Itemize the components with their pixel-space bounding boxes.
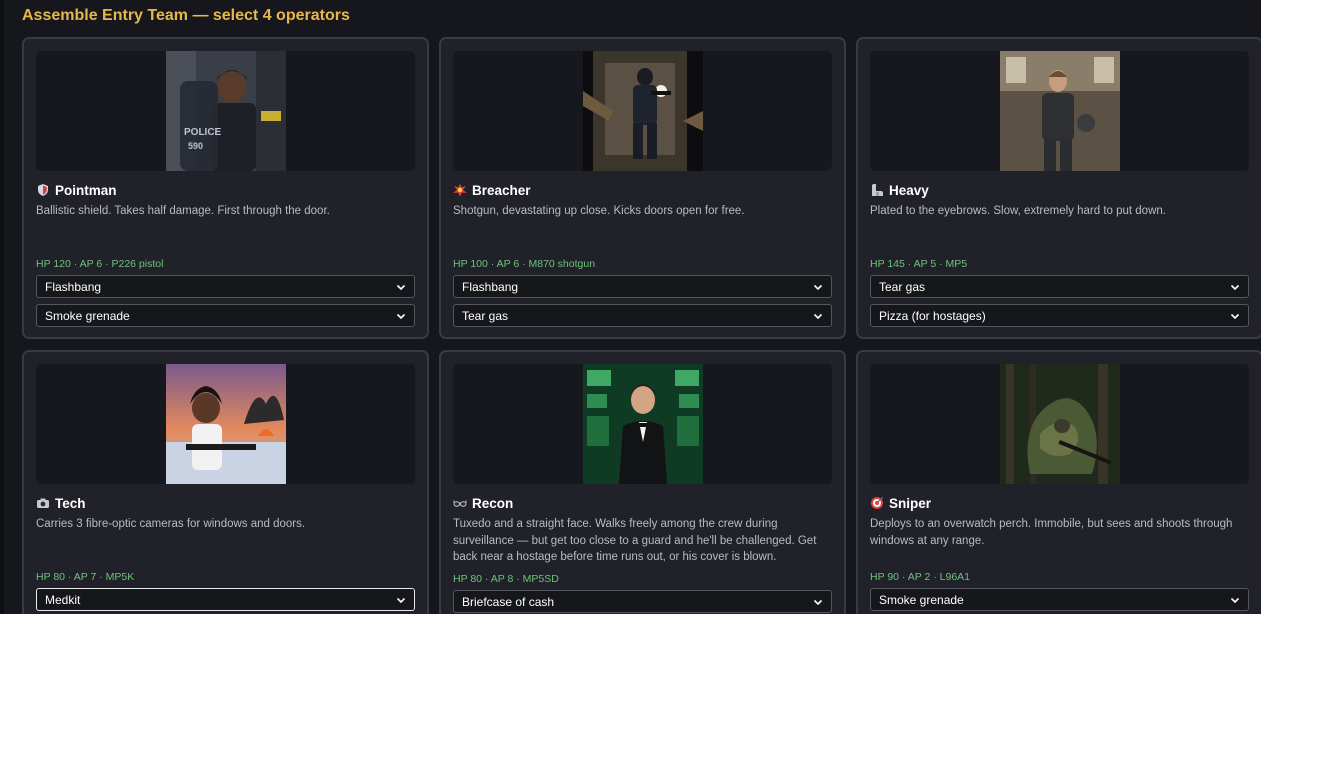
- gear-select-value: Smoke grenade: [879, 592, 964, 607]
- gear-select-value: Tear gas: [462, 308, 509, 323]
- sniper-portrait-image: [999, 364, 1120, 484]
- operator-card-sniper[interactable]: Sniper Deploys to an overwatch perch. Im…: [856, 350, 1261, 614]
- chevron-down-icon: [396, 313, 406, 319]
- gear-select-1[interactable]: Briefcase of cash: [453, 590, 832, 613]
- chevron-down-icon: [813, 599, 823, 605]
- svg-text:POLICE: POLICE: [184, 127, 222, 138]
- operator-description: Carries 3 fibre-optic cameras for window…: [36, 518, 306, 530]
- gear-select-2[interactable]: Pizza (for hostages): [870, 304, 1249, 327]
- operator-grid: POLICE 590 Pointman Ballistic shield. Ta…: [22, 37, 1261, 614]
- operator-portrait-sniper: [870, 364, 1249, 484]
- sunglasses-icon: [453, 496, 467, 510]
- explosion-icon: [453, 183, 467, 197]
- gear-select-1[interactable]: Flashbang: [36, 275, 415, 298]
- operator-name: Breacher: [472, 182, 531, 198]
- gear-select-value: Medkit: [45, 592, 81, 607]
- gear-select-value: Smoke grenade: [45, 308, 130, 323]
- operator-stats: HP 80 · AP 7 · MP5K: [36, 571, 135, 583]
- shield-icon: [36, 183, 50, 197]
- chevron-down-icon: [1230, 284, 1240, 290]
- gear-select-value: Flashbang: [462, 279, 519, 294]
- operator-name: Tech: [55, 495, 86, 511]
- operator-stats: HP 145 · AP 5 · MP5: [870, 258, 968, 270]
- operator-portrait-tech: [36, 364, 415, 484]
- operator-card-tech[interactable]: Tech Carries 3 fibre-optic cameras for w…: [22, 350, 429, 614]
- gear-select-value: Pizza (for hostages): [879, 308, 986, 323]
- heavy-portrait-image: [999, 51, 1120, 171]
- operator-description: Deploys to an overwatch perch. Immobile,…: [870, 518, 1233, 547]
- gear-select-1[interactable]: Smoke grenade: [870, 588, 1249, 611]
- operator-stats: HP 100 · AP 6 · M870 shotgun: [453, 258, 596, 270]
- operator-card-breacher[interactable]: Breacher Shotgun, devastating up close. …: [439, 37, 846, 339]
- chevron-down-icon: [813, 313, 823, 319]
- operator-stats: HP 90 · AP 2 · L96A1: [870, 571, 971, 583]
- operator-portrait-breacher: [453, 51, 832, 171]
- tech-portrait-image: [165, 364, 286, 484]
- operator-portrait-pointman: POLICE 590: [36, 51, 415, 171]
- operator-description: Shotgun, devastating up close. Kicks doo…: [453, 205, 745, 217]
- camera-icon: [36, 496, 50, 510]
- operator-name: Heavy: [889, 182, 929, 198]
- operator-description: Ballistic shield. Takes half damage. Fir…: [36, 205, 330, 217]
- operator-card-recon[interactable]: Recon Tuxedo and a straight face. Walks …: [439, 350, 846, 614]
- operator-name: Recon: [472, 495, 514, 511]
- operator-description: Plated to the eyebrows. Slow, extremely …: [870, 205, 1166, 217]
- gear-select-1[interactable]: Medkit: [36, 588, 415, 611]
- operator-description: Tuxedo and a straight face. Walks freely…: [453, 518, 817, 564]
- gear-select-value: Tear gas: [879, 279, 926, 294]
- flexed-arm-icon: [870, 183, 884, 197]
- operator-stats: HP 120 · AP 6 · P226 pistol: [36, 258, 164, 270]
- pointman-portrait-image: POLICE 590: [165, 51, 286, 171]
- left-edge-bar: [0, 0, 4, 614]
- gear-select-value: Flashbang: [45, 279, 102, 294]
- operator-name: Pointman: [55, 182, 117, 198]
- chevron-down-icon: [813, 284, 823, 290]
- operator-portrait-heavy: [870, 51, 1249, 171]
- recon-portrait-image: [582, 364, 703, 484]
- breacher-portrait-image: [582, 51, 703, 171]
- chevron-down-icon: [396, 597, 406, 603]
- operator-card-heavy[interactable]: Heavy Plated to the eyebrows. Slow, extr…: [856, 37, 1261, 339]
- chevron-down-icon: [1230, 313, 1240, 319]
- gear-select-value: Briefcase of cash: [462, 594, 555, 609]
- operator-stats: HP 80 · AP 8 · MP5SD: [453, 573, 559, 585]
- operator-portrait-recon: [453, 364, 832, 484]
- chevron-down-icon: [396, 284, 406, 290]
- gear-select-2[interactable]: Tear gas: [453, 304, 832, 327]
- gear-select-1[interactable]: Flashbang: [453, 275, 832, 298]
- operator-card-pointman[interactable]: POLICE 590 Pointman Ballistic shield. Ta…: [22, 37, 429, 339]
- svg-text:590: 590: [188, 141, 203, 151]
- team-select-screen: Assemble Entry Team — select 4 operators…: [0, 0, 1261, 614]
- gear-select-2[interactable]: Smoke grenade: [36, 304, 415, 327]
- operator-name: Sniper: [889, 495, 932, 511]
- gear-select-1[interactable]: Tear gas: [870, 275, 1249, 298]
- target-icon: [870, 496, 884, 510]
- chevron-down-icon: [1230, 597, 1240, 603]
- page-title: Assemble Entry Team — select 4 operators: [22, 7, 350, 24]
